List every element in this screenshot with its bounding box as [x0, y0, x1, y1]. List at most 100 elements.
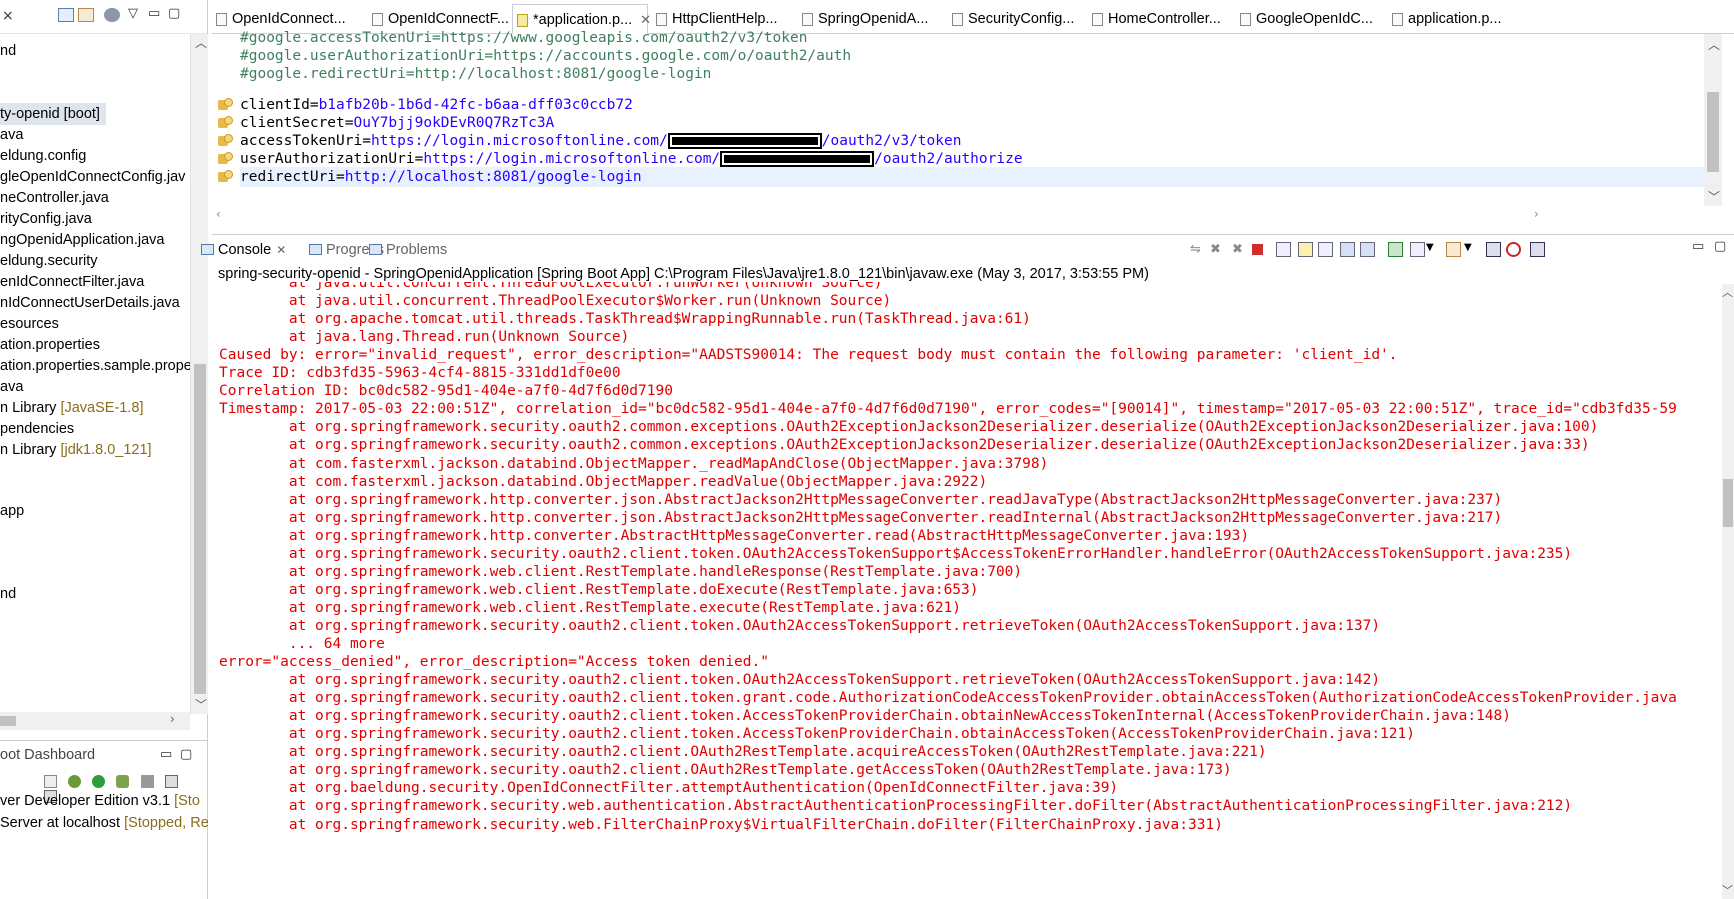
terminate-icon[interactable]: ✖: [1210, 242, 1225, 257]
minimize-icon[interactable]: ▭: [148, 6, 160, 21]
console-view-tab[interactable]: Problems: [368, 239, 447, 261]
console-icon[interactable]: [44, 775, 57, 788]
tree-item[interactable]: nIdConnectUserDetails.java: [0, 292, 180, 314]
close-tab-icon[interactable]: ✕: [276, 243, 286, 257]
scroll-thumb[interactable]: [0, 716, 16, 726]
editor-horizontal-scrollbar[interactable]: ‹ ›: [212, 206, 1704, 224]
tree-item[interactable]: ava: [0, 124, 23, 146]
spring-boot-icon[interactable]: [1506, 242, 1521, 257]
scroll-up-icon[interactable]: ︿: [195, 34, 207, 51]
property-key: clientId: [240, 97, 310, 113]
debug-icon[interactable]: [68, 775, 82, 788]
scroll-lock-icon[interactable]: [1298, 242, 1313, 257]
maximize-icon[interactable]: ▢: [1714, 239, 1726, 254]
scroll-up-icon[interactable]: ︿: [1708, 36, 1720, 53]
view-menu-icon[interactable]: [1530, 242, 1545, 257]
restart-icon[interactable]: [116, 775, 130, 788]
remove-launch-icon[interactable]: [1486, 242, 1501, 257]
open-console-icon[interactable]: [1446, 242, 1461, 257]
scroll-thumb[interactable]: [1723, 479, 1733, 527]
editor-tab-label: SpringOpenidA...: [818, 11, 929, 27]
link-with-editor-icon[interactable]: [78, 8, 94, 22]
scroll-thumb[interactable]: [1707, 92, 1719, 172]
console-line: at com.fasterxml.jackson.databind.Object…: [219, 455, 1049, 472]
editor-tab-label: OpenIdConnectF...: [388, 11, 509, 27]
scroll-right-icon[interactable]: ›: [170, 712, 175, 726]
pin-console-icon[interactable]: [1388, 242, 1403, 257]
start-icon[interactable]: [92, 775, 106, 788]
property-line[interactable]: clientId=b1afb20b-1b6d-42fc-b6aa-dff03c0…: [240, 95, 633, 115]
chevron-down-icon[interactable]: ▼: [1464, 242, 1479, 257]
properties-editor[interactable]: #google.accessTokenUri=https://www.googl…: [212, 30, 1734, 226]
tree-item[interactable]: enIdConnectFilter.java: [0, 271, 144, 293]
close-view-icon[interactable]: ×: [2, 8, 14, 24]
tree-item[interactable]: gleOpenIdConnectConfig.jav: [0, 166, 185, 188]
tree-horizontal-scrollbar[interactable]: ›: [0, 712, 190, 730]
scroll-down-icon[interactable]: ﹀: [1708, 188, 1720, 205]
view-menu-icon[interactable]: [104, 8, 120, 22]
minimize-icon[interactable]: ▭: [1692, 239, 1704, 254]
display-selected-console-icon[interactable]: [1410, 242, 1425, 257]
property-line[interactable]: userAuthorizationUri=https://login.micro…: [240, 149, 1023, 169]
property-line[interactable]: redirectUri=http://localhost:8081/google…: [240, 167, 1705, 187]
view-menu-chevron-icon[interactable]: ▽: [128, 6, 138, 21]
tree-item[interactable]: ation.properties: [0, 334, 100, 356]
editor-tab[interactable]: SecurityConfig...: [948, 4, 1084, 34]
editor-tab[interactable]: application.p...: [1388, 4, 1518, 34]
property-line[interactable]: clientSecret=OuY7bjj9okDEvR0Q7RzTc3A: [240, 113, 554, 133]
scroll-down-icon[interactable]: ﹀: [195, 696, 207, 713]
tree-vertical-scrollbar[interactable]: ︿ ﹀: [190, 34, 208, 714]
console-view-tab[interactable]: Console ✕: [200, 239, 286, 261]
boot-dashboard-item[interactable]: Server at localhost [Stopped, Re: [0, 815, 209, 831]
show-on-stdout-icon[interactable]: [1340, 242, 1355, 257]
tree-item[interactable]: rityConfig.java: [0, 208, 92, 230]
clear-console-icon[interactable]: [1276, 242, 1291, 257]
editor-tab[interactable]: GoogleOpenIdC...: [1236, 4, 1384, 34]
scroll-left-icon[interactable]: ‹: [216, 207, 221, 221]
console-output[interactable]: at java.util.concurrent.ThreadPoolExecut…: [212, 282, 1722, 899]
tree-item[interactable]: eldung.config: [0, 145, 86, 167]
editor-vertical-scrollbar[interactable]: ︿ ﹀: [1704, 34, 1722, 206]
scroll-right-icon[interactable]: ›: [1534, 207, 1539, 221]
tree-item[interactable]: n Library [JavaSE-1.8]: [0, 397, 143, 419]
scroll-up-icon[interactable]: ︿: [1722, 284, 1733, 300]
word-wrap-icon[interactable]: [1318, 242, 1333, 257]
console-vertical-scrollbar[interactable]: ︿ ﹀: [1722, 284, 1734, 899]
boot-dashboard-title[interactable]: oot Dashboard: [0, 747, 95, 763]
show-on-stderr-icon[interactable]: [1360, 242, 1375, 257]
boot-dashboard-item[interactable]: ver Developer Edition v3.1 [Sto: [0, 793, 200, 809]
tree-item-label: eldung.config: [0, 148, 87, 164]
property-line[interactable]: accessTokenUri=https://login.microsofton…: [240, 131, 961, 151]
tree-item[interactable]: nd: [0, 583, 16, 605]
maximize-icon[interactable]: ▢: [168, 6, 180, 21]
tree-item[interactable]: ngOpenidApplication.java: [0, 229, 164, 251]
close-tab-icon[interactable]: ✕: [640, 12, 651, 27]
scroll-thumb[interactable]: [194, 364, 206, 694]
stop-icon[interactable]: [1252, 244, 1263, 255]
editor-tab[interactable]: HomeController...: [1088, 4, 1232, 34]
minimize-icon[interactable]: ▭: [160, 747, 172, 762]
chevron-down-icon[interactable]: ▼: [1426, 242, 1441, 257]
tree-item[interactable]: neController.java: [0, 187, 109, 209]
editor-tab-label: *application.p...: [533, 12, 633, 28]
maximize-icon[interactable]: ▢: [180, 747, 192, 762]
remove-all-terminated-icon[interactable]: ✖: [1232, 242, 1247, 257]
tree-item[interactable]: n Library [jdk1.8.0_121]: [0, 439, 152, 461]
tree-item[interactable]: ty-openid [boot]: [0, 103, 106, 125]
tree-item[interactable]: esources: [0, 313, 59, 335]
tree-item[interactable]: nd: [0, 40, 16, 62]
file-icon: [1392, 13, 1403, 26]
tree-item[interactable]: eldung.security: [0, 250, 98, 272]
tree-item[interactable]: ation.properties.sample.prope: [0, 355, 190, 377]
scroll-down-icon[interactable]: ﹀: [1722, 882, 1733, 898]
file-icon: [216, 13, 227, 26]
tree-item[interactable]: pendencies: [0, 418, 74, 440]
console-line: ... 64 more: [219, 636, 385, 652]
tree-item[interactable]: ava: [0, 376, 23, 398]
pin-icon[interactable]: ⇋: [1190, 242, 1205, 257]
open-browser-icon[interactable]: [164, 775, 178, 788]
editor-tab[interactable]: SpringOpenidA...: [798, 4, 944, 34]
collapse-all-icon[interactable]: [58, 8, 74, 22]
tree-item[interactable]: app: [0, 500, 24, 522]
stop-icon[interactable]: [140, 775, 154, 788]
